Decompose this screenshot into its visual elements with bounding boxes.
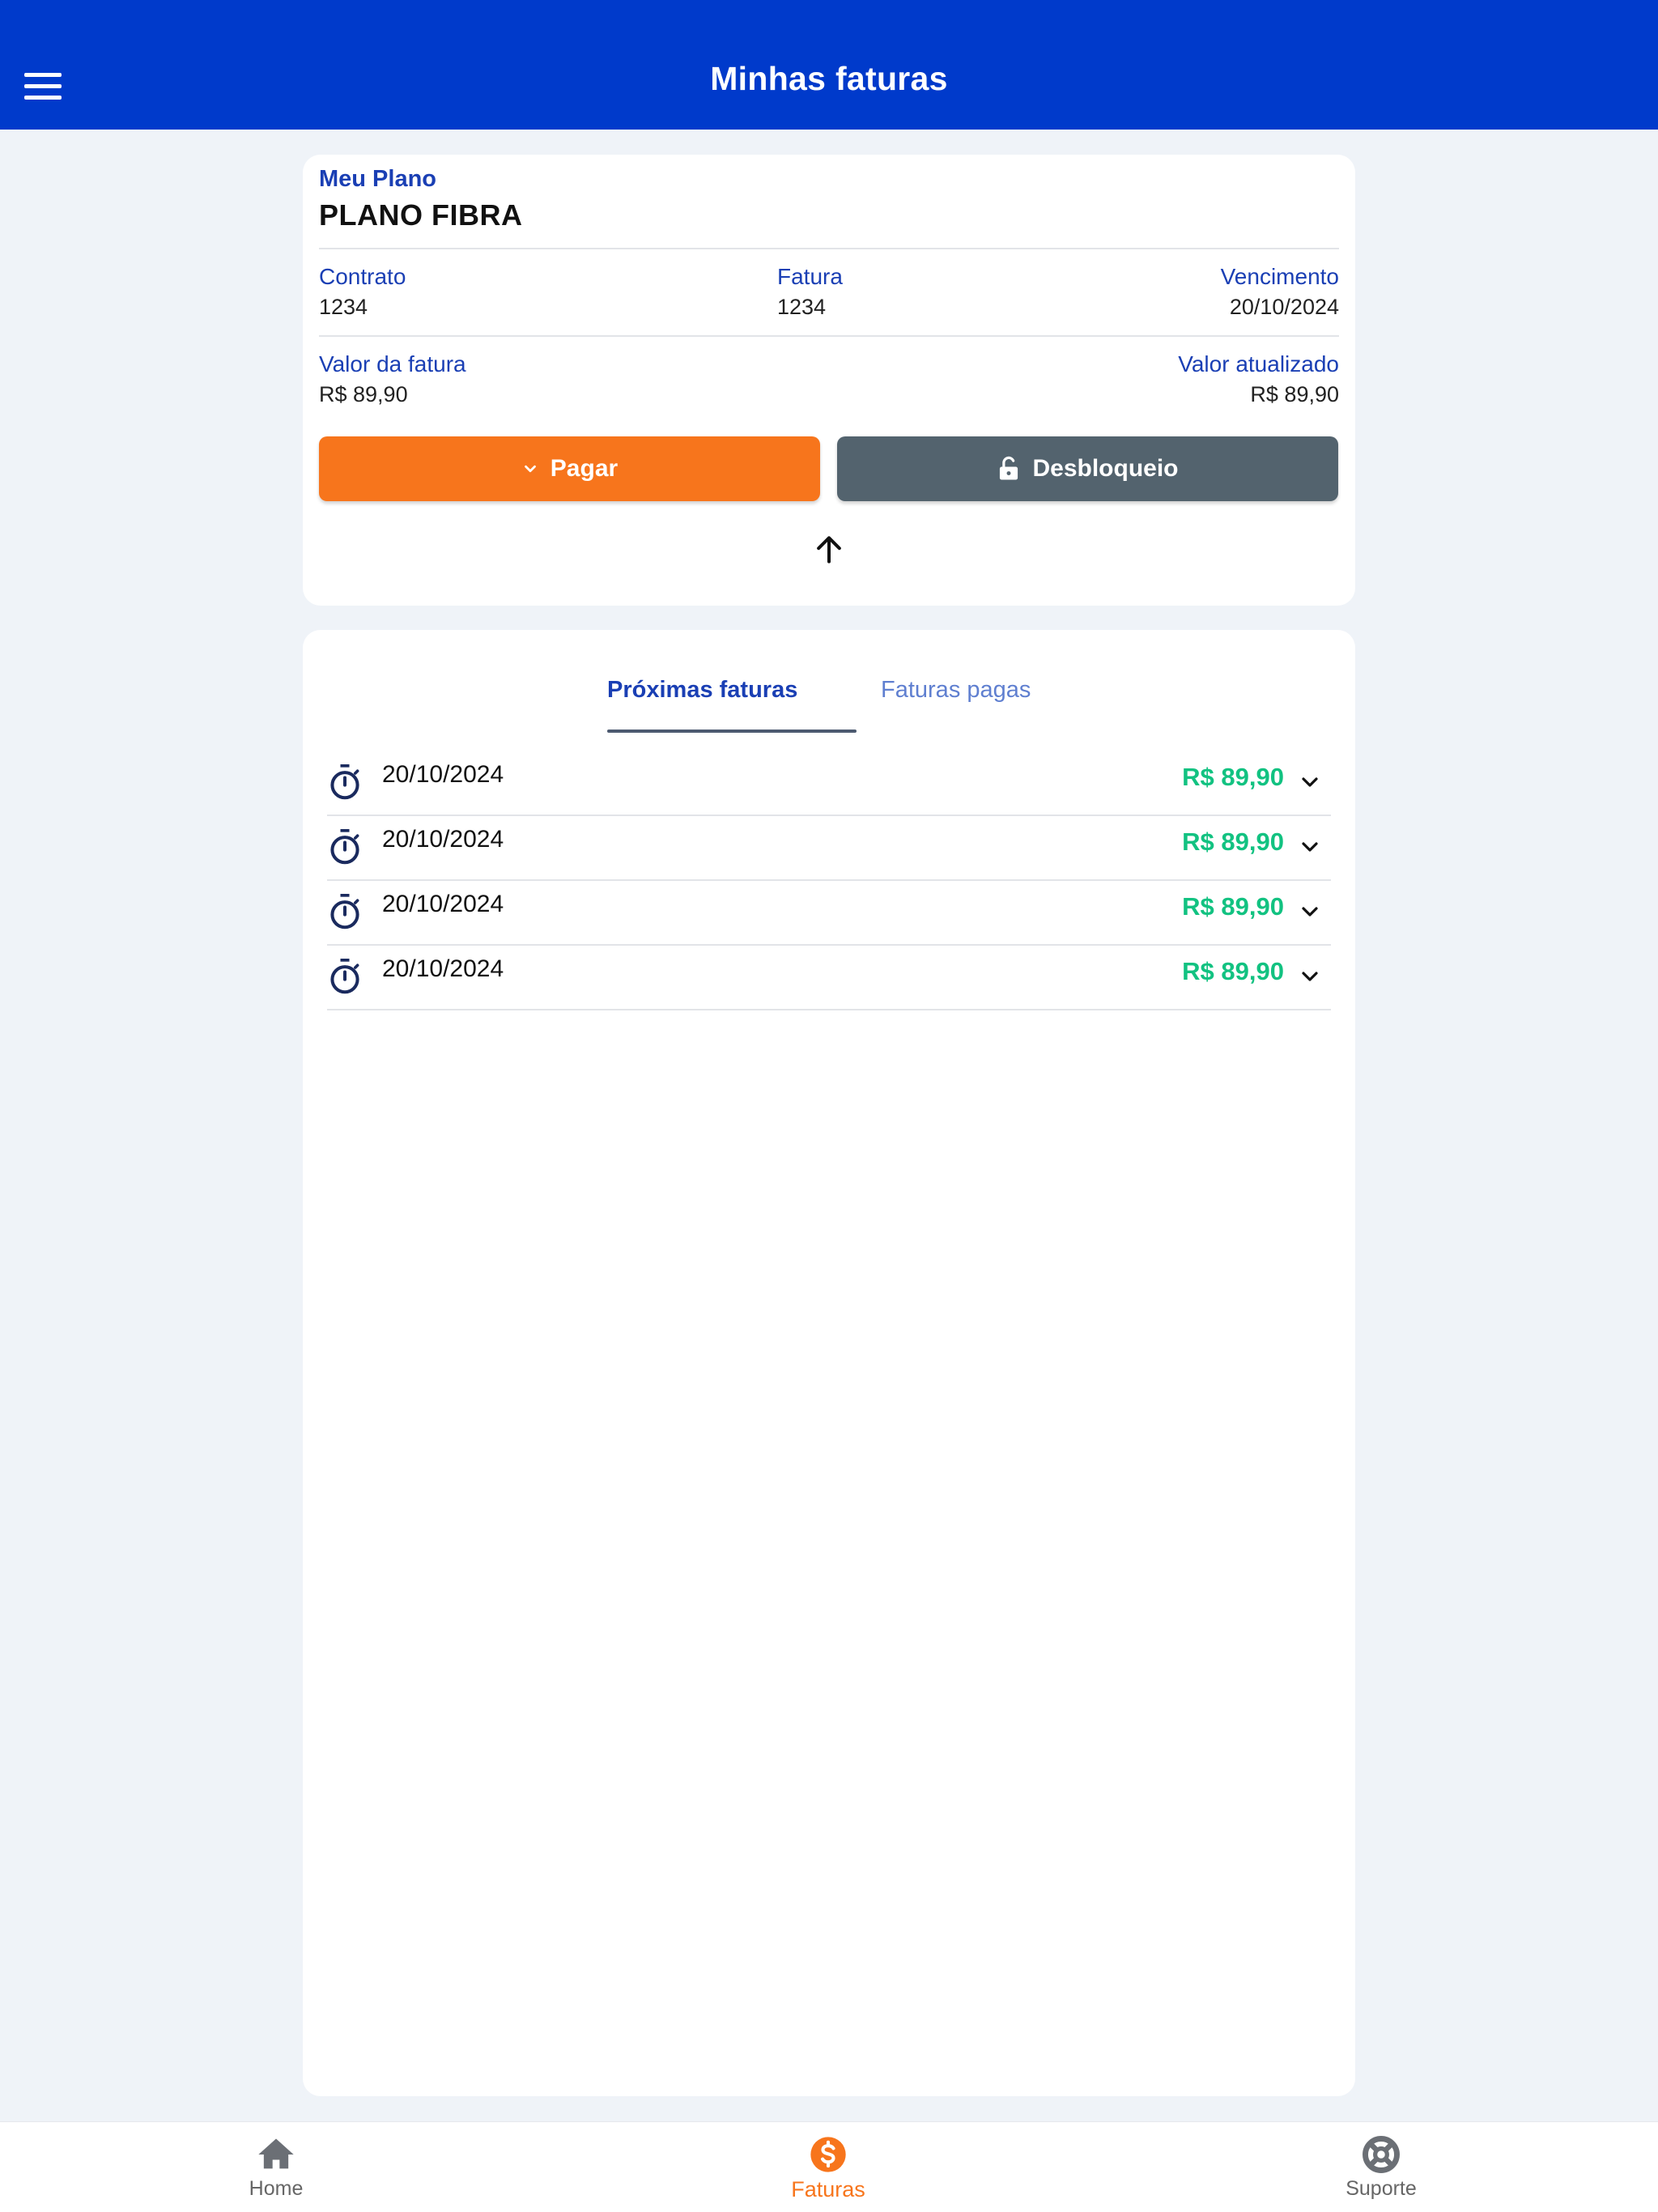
unlock-button-label: Desbloqueio [1032,455,1179,482]
invoice-date: 20/10/2024 [382,761,504,788]
invoice-date: 20/10/2024 [382,826,504,853]
nav-home[interactable]: Home [187,2122,365,2212]
pay-button-label: Pagar [550,455,619,482]
plan-name: PLANO FIBRA [319,198,523,232]
timer-icon [330,764,359,800]
active-tab-indicator [607,730,857,733]
invoice-value: 1234 [777,295,827,319]
plan-section-label: Meu Plano [319,166,437,192]
nav-home-label: Home [249,2177,304,2200]
timer-icon [330,959,359,994]
timer-icon [330,829,359,865]
unlock-icon [1000,456,1018,480]
updated-value-label: Valor atualizado [1178,351,1339,376]
due-value: 20/10/2024 [1229,295,1339,319]
nav-faturas-label: Faturas [791,2177,865,2201]
timer-icon [330,894,359,929]
nav-suporte-label: Suporte [1346,2177,1417,2200]
bottom-navigation: Home Faturas Suporte [0,2121,1658,2212]
divider [319,248,1339,249]
invoice-row[interactable]: 20/10/2024 R$ 89,90 [327,816,1331,881]
invoice-row[interactable]: 20/10/2024 R$ 89,90 [327,946,1331,1010]
invoice-label: Fatura [777,264,843,289]
invoice-row[interactable]: 20/10/2024 R$ 89,90 [327,751,1331,816]
nav-suporte[interactable]: Suporte [1292,2122,1470,2212]
invoice-amount: R$ 89,90 [1182,827,1284,856]
invoice-date: 20/10/2024 [382,891,504,917]
chevron-down-icon[interactable] [1297,834,1323,860]
page-title: Minhas faturas [710,60,948,97]
tab-paid-invoices[interactable]: Faturas pagas [881,677,1031,704]
contract-value: 1234 [319,295,368,319]
invoice-row[interactable]: 20/10/2024 R$ 89,90 [327,881,1331,946]
arrow-up-icon[interactable] [811,532,847,568]
invoice-value-amount: R$ 89,90 [319,382,408,406]
chevron-down-icon[interactable] [1297,899,1323,925]
contract-label: Contrato [319,264,406,289]
due-label: Vencimento [1220,264,1339,289]
chevron-down-icon[interactable] [1297,769,1323,795]
nav-faturas[interactable]: Faturas [739,2122,917,2212]
invoice-amount: R$ 89,90 [1182,892,1284,921]
plan-card: Meu Plano PLANO FIBRA Contrato 1234 Fatu… [303,155,1355,606]
tab-upcoming-invoices[interactable]: Próximas faturas [607,677,797,704]
dollar-icon [810,2137,846,2172]
lifebuoy-icon [1363,2136,1400,2173]
chevron-down-icon [524,465,536,473]
invoice-value-label: Valor da fatura [319,351,466,376]
home-icon [258,2138,294,2169]
invoice-date: 20/10/2024 [382,955,504,982]
updated-value-amount: R$ 89,90 [1250,382,1339,406]
invoice-amount: R$ 89,90 [1182,763,1284,791]
app-bar: Minhas faturas [0,0,1658,130]
divider [319,335,1339,337]
unlock-button[interactable]: Desbloqueio [837,436,1338,501]
pay-button[interactable]: Pagar [319,436,820,501]
invoices-card: Próximas faturas Faturas pagas 20/10/202… [303,630,1355,2096]
invoice-amount: R$ 89,90 [1182,957,1284,985]
chevron-down-icon[interactable] [1297,963,1323,989]
